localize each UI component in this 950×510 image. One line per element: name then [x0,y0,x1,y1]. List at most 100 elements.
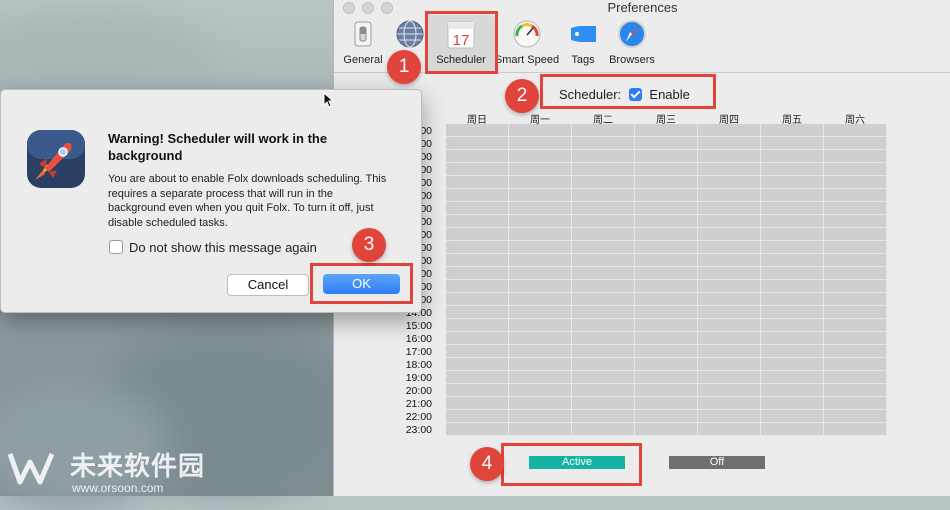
schedule-cell[interactable] [572,202,635,215]
schedule-cell[interactable] [635,332,698,345]
schedule-cell[interactable] [509,176,572,189]
schedule-cell[interactable] [761,280,824,293]
schedule-cell[interactable] [572,410,635,423]
schedule-grid[interactable] [446,124,887,436]
schedule-cell[interactable] [509,137,572,150]
schedule-cell[interactable] [824,215,887,228]
schedule-cell[interactable] [698,163,761,176]
schedule-cell[interactable] [824,384,887,397]
schedule-cell[interactable] [698,189,761,202]
schedule-cell[interactable] [572,137,635,150]
schedule-cell[interactable] [761,371,824,384]
schedule-cell[interactable] [446,280,509,293]
schedule-cell[interactable] [446,202,509,215]
schedule-cell[interactable] [509,215,572,228]
schedule-cell[interactable] [509,254,572,267]
schedule-cell[interactable] [446,189,509,202]
schedule-cell[interactable] [572,280,635,293]
schedule-cell[interactable] [446,371,509,384]
schedule-cell[interactable] [446,267,509,280]
schedule-cell[interactable] [761,254,824,267]
schedule-cell[interactable] [698,267,761,280]
schedule-cell[interactable] [761,423,824,436]
schedule-cell[interactable] [572,306,635,319]
schedule-cell[interactable] [509,163,572,176]
schedule-cell[interactable] [446,293,509,306]
schedule-cell[interactable] [635,371,698,384]
dont-show-again-checkbox[interactable] [109,240,123,254]
dont-show-again-checkbox-row[interactable]: Do not show this message again [109,240,317,255]
schedule-cell[interactable] [761,319,824,332]
schedule-cell[interactable] [698,228,761,241]
schedule-cell[interactable] [635,397,698,410]
schedule-cell[interactable] [698,150,761,163]
schedule-cell[interactable] [824,150,887,163]
schedule-cell[interactable] [572,293,635,306]
schedule-cell[interactable] [635,124,698,137]
schedule-cell[interactable] [761,163,824,176]
schedule-cell[interactable] [761,137,824,150]
schedule-cell[interactable] [635,306,698,319]
schedule-cell[interactable] [824,306,887,319]
schedule-cell[interactable] [572,358,635,371]
schedule-cell[interactable] [824,345,887,358]
schedule-cell[interactable] [824,176,887,189]
schedule-cell[interactable] [509,241,572,254]
schedule-cell[interactable] [635,358,698,371]
schedule-cell[interactable] [824,397,887,410]
schedule-cell[interactable] [446,358,509,371]
schedule-cell[interactable] [572,371,635,384]
schedule-cell[interactable] [509,293,572,306]
schedule-cell[interactable] [572,397,635,410]
schedule-cell[interactable] [761,150,824,163]
schedule-cell[interactable] [698,358,761,371]
schedule-cell[interactable] [698,280,761,293]
schedule-cell[interactable] [572,228,635,241]
schedule-cell[interactable] [446,423,509,436]
schedule-cell[interactable] [698,176,761,189]
schedule-cell[interactable] [509,384,572,397]
schedule-cell[interactable] [635,254,698,267]
tab-browsers[interactable]: Browsers [606,18,658,66]
schedule-cell[interactable] [761,124,824,137]
schedule-cell[interactable] [446,410,509,423]
schedule-cell[interactable] [509,267,572,280]
schedule-cell[interactable] [509,423,572,436]
schedule-cell[interactable] [635,410,698,423]
schedule-cell[interactable] [446,150,509,163]
schedule-cell[interactable] [509,150,572,163]
schedule-cell[interactable] [446,319,509,332]
schedule-cell[interactable] [761,384,824,397]
schedule-cell[interactable] [761,332,824,345]
schedule-cell[interactable] [824,358,887,371]
schedule-cell[interactable] [635,137,698,150]
schedule-cell[interactable] [572,241,635,254]
schedule-cell[interactable] [635,345,698,358]
schedule-cell[interactable] [761,189,824,202]
schedule-cell[interactable] [509,332,572,345]
schedule-cell[interactable] [509,319,572,332]
schedule-cell[interactable] [698,293,761,306]
schedule-cell[interactable] [824,423,887,436]
schedule-cell[interactable] [635,176,698,189]
schedule-cell[interactable] [761,397,824,410]
schedule-cell[interactable] [509,345,572,358]
schedule-cell[interactable] [572,332,635,345]
schedule-cell[interactable] [635,189,698,202]
schedule-cell[interactable] [824,371,887,384]
schedule-cell[interactable] [761,293,824,306]
tab-smart-speed[interactable]: Smart Speed [494,18,560,66]
schedule-cell[interactable] [509,189,572,202]
schedule-cell[interactable] [446,137,509,150]
schedule-cell[interactable] [698,254,761,267]
schedule-cell[interactable] [446,397,509,410]
schedule-cell[interactable] [446,345,509,358]
schedule-cell[interactable] [572,319,635,332]
schedule-cell[interactable] [572,150,635,163]
schedule-cell[interactable] [635,423,698,436]
schedule-cell[interactable] [824,254,887,267]
schedule-cell[interactable] [572,254,635,267]
tab-tags[interactable]: Tags [564,18,602,66]
schedule-cell[interactable] [698,124,761,137]
schedule-cell[interactable] [572,384,635,397]
